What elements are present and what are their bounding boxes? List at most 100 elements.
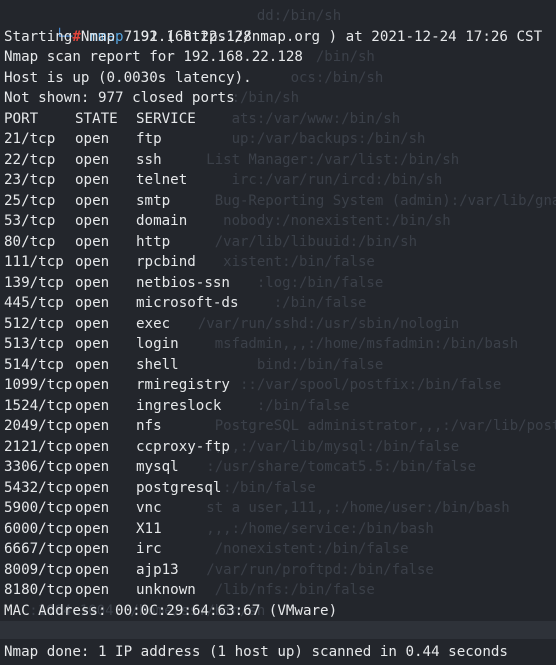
table-row: 1099/tcp open rmiregistry — [4, 375, 556, 396]
header-state: STATE — [75, 110, 118, 127]
state-cell: open — [75, 561, 110, 578]
table-header: PORT STATE SERVICE — [4, 109, 556, 130]
header-port: PORT — [4, 110, 39, 127]
state-cell: open — [75, 254, 110, 270]
port-cell: 23/tcp — [4, 172, 56, 188]
table-row: 6000/tcp open X11 — [4, 519, 556, 540]
service-cell: X11 — [136, 520, 162, 537]
service-cell: rmiregistry — [136, 377, 230, 393]
service-cell: http — [136, 233, 171, 250]
state-cell: open — [75, 233, 110, 250]
state-cell: open — [75, 397, 110, 414]
state-cell: open — [75, 541, 110, 557]
port-cell: 22/tcp — [4, 151, 56, 168]
port-cell: 8009/tcp — [4, 561, 73, 578]
table-row: 445/tcp open microsoft-ds — [4, 293, 556, 314]
state-cell: open — [75, 520, 110, 537]
table-row: 513/tcp open login — [4, 334, 556, 355]
port-cell: 6667/tcp — [4, 541, 73, 557]
state-cell: open — [75, 459, 110, 475]
state-cell: open — [75, 192, 110, 209]
port-cell: 1099/tcp — [4, 377, 73, 393]
table-row: 2049/tcp open nfs — [4, 416, 556, 437]
table-row: 2121/tcp open ccproxy-ftp — [4, 437, 556, 458]
port-cell: 80/tcp — [4, 233, 56, 250]
output-line-mac: MAC Address: 00:0C:29:64:63:67 (VMware) — [4, 602, 338, 619]
output-line-done: Nmap done: 1 IP address (1 host up) scan… — [4, 643, 508, 660]
service-cell: irc — [136, 541, 162, 557]
port-cell: 6000/tcp — [4, 520, 73, 537]
service-cell: mysql — [136, 459, 179, 475]
table-row: 5900/tcp open vnc — [4, 498, 556, 519]
service-cell: shell — [136, 356, 179, 373]
service-cell: domain — [136, 213, 188, 229]
port-cell: 514/tcp — [4, 356, 64, 373]
table-row: 111/tcp open rpcbind — [4, 252, 556, 273]
table-row: 1524/tcp open ingreslock — [4, 396, 556, 417]
state-cell: open — [75, 418, 110, 434]
port-cell: 3306/tcp — [4, 459, 73, 475]
output-line-report: Nmap scan report for 192.168.22.128 — [4, 49, 303, 65]
port-cell: 1524/tcp — [4, 397, 73, 414]
service-cell: rpcbind — [136, 254, 196, 270]
service-cell: smtp — [136, 192, 171, 209]
service-cell: ajp13 — [136, 561, 179, 578]
state-cell: open — [75, 274, 110, 291]
state-cell: open — [75, 151, 110, 168]
state-cell: open — [75, 377, 110, 393]
state-cell: open — [75, 315, 110, 332]
prompt-line: └─# nmap 192.168.22.128 — [4, 6, 556, 45]
port-cell: 21/tcp — [4, 131, 56, 147]
output-line-not-shown: Not shown: 977 closed ports — [4, 90, 235, 106]
service-cell: exec — [136, 315, 171, 332]
output-line-host: Host is up (0.0030s latency). — [4, 69, 252, 86]
state-cell: open — [75, 172, 110, 188]
port-cell: 5432/tcp — [4, 479, 73, 496]
table-row: 23/tcp open telnet — [4, 170, 556, 191]
port-cell: 8180/tcp — [4, 582, 73, 598]
port-table: 21/tcp open ftp 22/tcp open ssh 23/tcp open teln… — [4, 129, 556, 601]
state-cell: open — [75, 479, 110, 496]
service-cell: nfs — [136, 418, 162, 434]
port-cell: 5900/tcp — [4, 500, 73, 516]
state-cell: open — [75, 336, 110, 352]
service-cell: netbios-ssn — [136, 274, 230, 291]
terminal-window[interactable]: dd:/bin/sh /bin/sh ocs:/bin/sh :/bin/sh … — [0, 0, 556, 665]
service-cell: ccproxy-ftp — [136, 438, 230, 455]
port-cell: 513/tcp — [4, 336, 64, 352]
table-row: 80/tcp open http — [4, 232, 556, 253]
service-cell: ssh — [136, 151, 162, 168]
table-row: 6667/tcp open irc — [4, 539, 556, 560]
table-row: 512/tcp open exec — [4, 314, 556, 335]
state-cell: open — [75, 582, 110, 598]
service-cell: login — [136, 336, 179, 352]
service-cell: ftp — [136, 131, 162, 147]
service-cell: microsoft-ds — [136, 295, 239, 311]
port-cell: 512/tcp — [4, 315, 64, 332]
state-cell: open — [75, 500, 110, 516]
state-cell: open — [75, 438, 110, 455]
table-row: 22/tcp open ssh — [4, 150, 556, 171]
header-service: SERVICE — [136, 110, 196, 127]
service-cell: ingreslock — [136, 397, 222, 414]
table-row: 3306/tcp open mysql — [4, 457, 556, 478]
port-cell: 139/tcp — [4, 274, 64, 291]
port-cell: 2049/tcp — [4, 418, 73, 434]
state-cell: open — [75, 131, 110, 147]
port-cell: 25/tcp — [4, 192, 56, 209]
table-row: 53/tcp open domain — [4, 211, 556, 232]
service-cell: unknown — [136, 582, 196, 598]
table-row: 8009/tcp open ajp13 — [4, 560, 556, 581]
output-line-start: Starting Nmap 7.91 ( https://nmap.org ) … — [4, 28, 543, 45]
port-cell: 2121/tcp — [4, 438, 73, 455]
table-row: 25/tcp open smtp — [4, 191, 556, 212]
table-row: 21/tcp open ftp — [4, 129, 556, 150]
service-cell: postgresql — [136, 479, 222, 496]
port-cell: 53/tcp — [4, 213, 56, 229]
state-cell: open — [75, 213, 110, 229]
table-row: 5432/tcp open postgresql — [4, 478, 556, 499]
terminal-output[interactable]: └─# nmap 192.168.22.128 Starting Nmap 7.… — [4, 6, 556, 662]
table-row: 514/tcp open shell — [4, 355, 556, 376]
port-cell: 445/tcp — [4, 295, 64, 311]
table-row: 8180/tcp open unknown — [4, 580, 556, 601]
